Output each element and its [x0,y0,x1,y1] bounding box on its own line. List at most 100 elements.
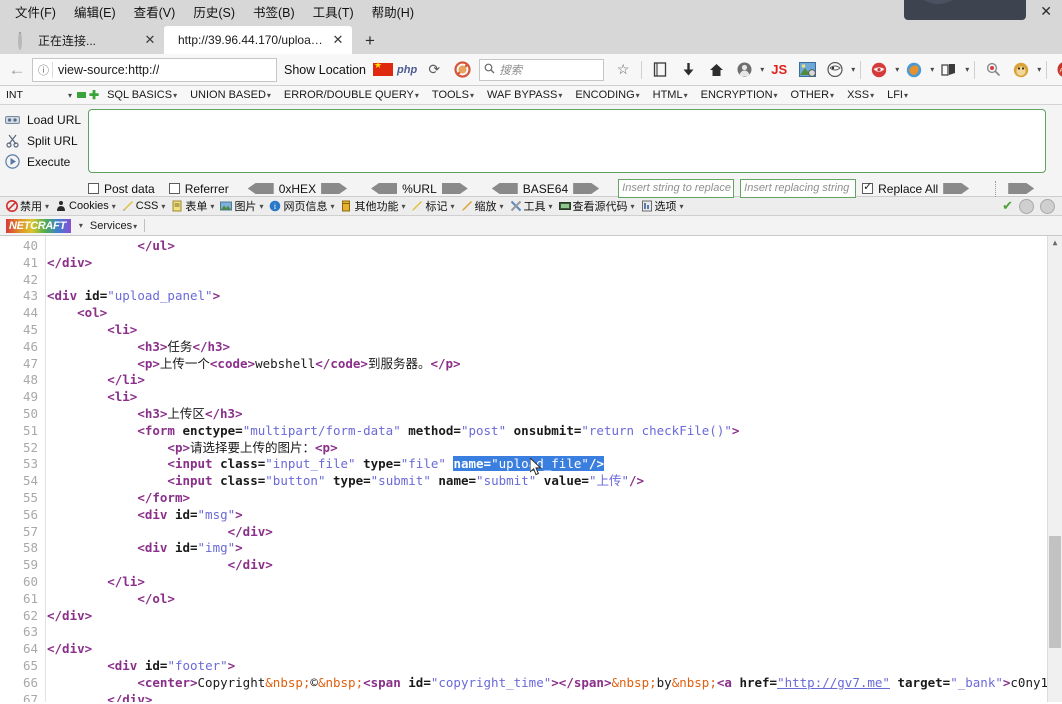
url-converter[interactable]: %URL [366,182,473,196]
webdev-options[interactable]: 选项 ▾ [638,198,687,214]
webdev-resize[interactable]: 缩放 ▾ [458,198,507,214]
vertical-scrollbar[interactable]: ▲ [1047,236,1062,702]
bookmark-xss[interactable]: XSS▾ [842,89,879,101]
source-code-area[interactable]: </ul> </div> <div id="upload_panel"> <ol>… [47,236,1047,702]
code-line[interactable]: <div id="footer"> [47,658,1047,675]
code-line[interactable]: <div id="img"> [47,540,1047,557]
bookmark-encryption[interactable]: ENCRYPTION▾ [696,89,783,101]
home-icon[interactable] [703,57,729,83]
bookmark-html[interactable]: HTML▾ [648,89,693,101]
replace-all-checkbox[interactable]: Replace All [862,180,974,196]
javascript-toggle-icon[interactable]: JS [766,57,792,83]
execute-button[interactable]: Execute [4,151,88,172]
show-location-button[interactable]: Show Location [279,63,371,77]
hackbar-url-textarea[interactable] [88,109,1046,173]
menu-item-edit[interactable]: 编辑(E) [65,0,125,23]
menu-item-history[interactable]: 历史(S) [184,0,244,23]
arrow-right-icon[interactable] [1008,183,1035,194]
base64-converter[interactable]: BASE64 [487,182,604,196]
green-square-icon[interactable] [77,92,86,98]
code-line[interactable]: <li> [47,322,1047,339]
chevron-down-icon[interactable]: ▾ [895,65,899,74]
bookmark-waf-bypass[interactable]: WAF BYPASS▾ [482,89,567,101]
code-line[interactable]: <h3>任务</h3> [47,339,1047,356]
code-line[interactable]: <p>上传一个<code>webshell</code>到服务器。</p> [47,356,1047,373]
code-line[interactable] [47,272,1047,289]
account-icon[interactable] [731,57,757,83]
status-circle-icon[interactable] [1019,198,1034,214]
greasemonkey-icon[interactable] [1008,57,1034,83]
code-line[interactable]: </div> [47,255,1047,272]
code-line[interactable]: </div> [47,692,1047,702]
scrollbar-thumb[interactable] [1049,536,1061,648]
hackbar-icon[interactable] [866,57,892,83]
php-icon[interactable]: php [395,64,419,76]
library-icon[interactable] [647,57,673,83]
close-icon[interactable]: ✕ [142,32,158,48]
mask-icon[interactable] [822,57,848,83]
load-url-button[interactable]: Load URL [4,109,88,130]
china-flag-icon[interactable] [373,60,394,76]
webdev-cookies[interactable]: Cookies ▾ [52,200,119,212]
arrow-right-icon[interactable] [441,183,468,194]
post-data-checkbox[interactable]: Post data [88,182,155,196]
bookmark-lfi[interactable]: LFI▾ [882,89,913,101]
arrow-right-icon[interactable] [321,183,348,194]
menu-item-view[interactable]: 查看(V) [125,0,185,23]
code-line[interactable]: <p>请选择要上传的图片：<p> [47,440,1047,457]
replace-string-input[interactable]: Insert replacing string [740,179,857,198]
code-line[interactable]: <center>Copyright&nbsp;©&nbsp;<span id="… [47,675,1047,692]
webdev-tools[interactable]: 工具 ▾ [507,198,556,214]
code-line[interactable]: <ol> [47,305,1047,322]
code-line[interactable] [47,624,1047,641]
plus-icon[interactable]: ✚ [89,88,99,102]
menu-item-bookmarks[interactable]: 书签(B) [244,0,304,23]
bookmark-encoding[interactable]: ENCODING▾ [570,89,644,101]
arrow-left-icon[interactable] [247,183,274,194]
scroll-up-button[interactable]: ▲ [1048,236,1062,250]
webdev-misc[interactable]: 其他功能 ▾ [337,198,408,214]
check-icon[interactable]: ✔ [1002,198,1013,214]
code-line[interactable]: <div id="upload_panel"> [47,288,1047,305]
info-icon[interactable]: ⓘ [35,61,53,78]
code-line[interactable]: </ul> [47,238,1047,255]
webdev-forms[interactable]: 表单 ▾ [168,198,217,214]
code-line[interactable]: </div> [47,641,1047,658]
status-circle-icon-2[interactable] [1040,198,1055,214]
view-source-content[interactable]: 40 41 42 43 44 45 46 47 48 49 50 51 52 53 54 55 56 57 58 59… [0,236,1062,702]
download-speed-widget[interactable]: ▼4.2K/s [904,0,1026,20]
code-line[interactable]: </div> [47,524,1047,541]
close-icon[interactable]: ✕ [330,32,346,48]
injection-type-select[interactable]: INT ▾ [4,88,74,103]
search-input[interactable]: 搜索 [479,58,605,81]
zoom-search-icon[interactable] [980,57,1006,83]
chevron-down-icon[interactable]: ▾ [79,221,83,230]
split-url-button[interactable]: Split URL [4,130,88,151]
webdev-outline[interactable]: 标记 ▾ [408,198,457,214]
block-icon[interactable] [449,57,475,83]
code-line[interactable]: </ol> [47,591,1047,608]
bookmark-tools[interactable]: TOOLS▾ [427,89,479,101]
new-tab-button[interactable]: + [356,28,384,54]
code-line[interactable]: </div> [47,608,1047,625]
webdev-images[interactable]: 图片 ▾ [217,198,266,214]
code-line[interactable]: <form enctype="multipart/form-data" meth… [47,423,1047,440]
code-line[interactable]: <input class="input_file" type="file" na… [47,456,1047,473]
chevron-down-icon[interactable]: ▾ [930,65,934,74]
code-line[interactable]: </li> [47,372,1047,389]
menu-item-tools[interactable]: 工具(T) [304,0,363,23]
tab-connecting[interactable]: 正在连接... ✕ [4,26,164,54]
tab-uploadlabs[interactable]: http://39.96.44.170/uploadl... ✕ [164,26,352,54]
bookmark-error-double-query[interactable]: ERROR/DOUBLE QUERY▾ [279,89,424,101]
window-close-button[interactable]: ✕ [1040,3,1052,20]
chevron-down-icon[interactable]: ▾ [965,65,969,74]
back-icon[interactable]: ← [4,57,30,83]
arrow-left-icon[interactable] [371,183,398,194]
adblock-plus-icon[interactable]: ABP [1052,57,1062,83]
code-line[interactable]: <input class="button" type="submit" name… [47,473,1047,490]
code-line[interactable]: <h3>上传区</h3> [47,406,1047,423]
webdev-disable[interactable]: 禁用 ▾ [3,198,52,214]
code-line[interactable]: <li> [47,389,1047,406]
code-line[interactable]: </form> [47,490,1047,507]
reload-icon[interactable]: ⟳ [421,57,447,83]
